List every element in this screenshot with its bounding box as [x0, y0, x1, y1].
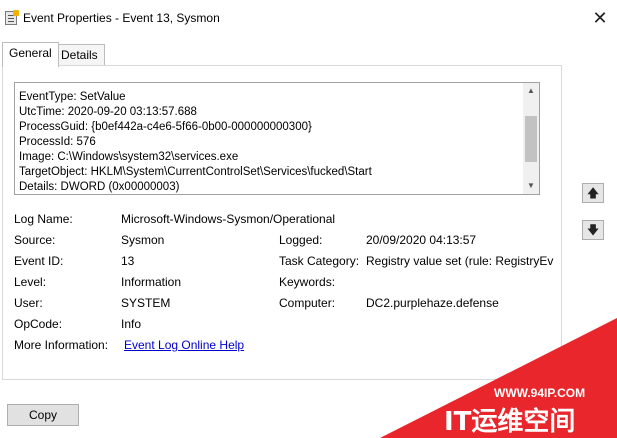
event-line: UtcTime: 2020-09-20 03:13:57.688	[19, 106, 197, 118]
source-value: Sysmon	[121, 233, 165, 247]
event-line: ProcessGuid: {b0ef442a-c4e6-5f66-0b00-00…	[19, 121, 312, 133]
computer-label: Computer:	[279, 296, 336, 310]
event-line: Details: DWORD (0x00000003)	[19, 181, 180, 193]
event-log-online-help-link[interactable]: Event Log Online Help	[124, 338, 244, 352]
opcode-value: Info	[121, 317, 142, 331]
keywords-label: Keywords:	[279, 275, 336, 289]
tab-general[interactable]: General	[2, 42, 59, 67]
level-value: Information	[121, 275, 182, 289]
log-name-value: Microsoft-Windows-Sysmon/Operational	[121, 212, 336, 226]
task-category-label: Task Category:	[279, 254, 360, 268]
tab-details[interactable]: Details	[54, 44, 105, 65]
previous-event-button[interactable]: 🡅	[582, 183, 604, 203]
event-line: ProcessId: 576	[19, 136, 96, 148]
log-name-label: Log Name:	[14, 212, 73, 226]
logged-value: 20/09/2020 04:13:57	[366, 233, 477, 247]
copy-button[interactable]: Copy	[7, 404, 79, 426]
more-information-label: More Information:	[14, 338, 109, 352]
task-category-value: Registry value set (rule: RegistryEv	[366, 254, 554, 268]
event-id-value: 13	[121, 254, 135, 268]
user-label: User:	[14, 296, 43, 310]
event-line: EventType: SetValue	[19, 91, 126, 103]
event-description-lines: EventType: SetValue UtcTime: 2020-09-20 …	[19, 83, 372, 194]
user-value: SYSTEM	[121, 296, 171, 310]
partial-line	[19, 83, 372, 90]
event-id-label: Event ID:	[14, 254, 64, 268]
vertical-scrollbar[interactable]: ▲ ▼	[523, 83, 539, 194]
window-title: Event Properties - Event 13, Sysmon	[23, 11, 220, 25]
opcode-label: OpCode:	[14, 317, 63, 331]
scroll-thumb[interactable]	[525, 116, 537, 162]
tab-strip: General Details	[0, 42, 617, 67]
event-line: Image: C:\Windows\system32\services.exe	[19, 151, 239, 163]
next-event-button[interactable]: 🡇	[582, 220, 604, 240]
watermark-brand: IT运维空间	[444, 406, 575, 437]
computer-value: DC2.purplehaze.defense	[366, 296, 499, 310]
level-label: Level:	[14, 275, 47, 289]
arrow-down-icon: 🡇	[586, 223, 600, 237]
arrow-up-icon: 🡅	[586, 186, 600, 200]
source-label: Source:	[14, 233, 56, 247]
logged-label: Logged:	[279, 233, 323, 247]
scroll-down-icon[interactable]: ▼	[523, 178, 539, 194]
event-viewer-icon	[5, 10, 19, 25]
title-bar: Event Properties - Event 13, Sysmon ✕	[0, 0, 617, 36]
event-description-textbox[interactable]: EventType: SetValue UtcTime: 2020-09-20 …	[14, 82, 540, 195]
scroll-up-icon[interactable]: ▲	[523, 83, 539, 99]
event-line: TargetObject: HKLM\System\CurrentControl…	[19, 166, 372, 178]
watermark-url: WWW.94IP.COM	[494, 386, 585, 400]
close-icon[interactable]: ✕	[590, 8, 610, 28]
